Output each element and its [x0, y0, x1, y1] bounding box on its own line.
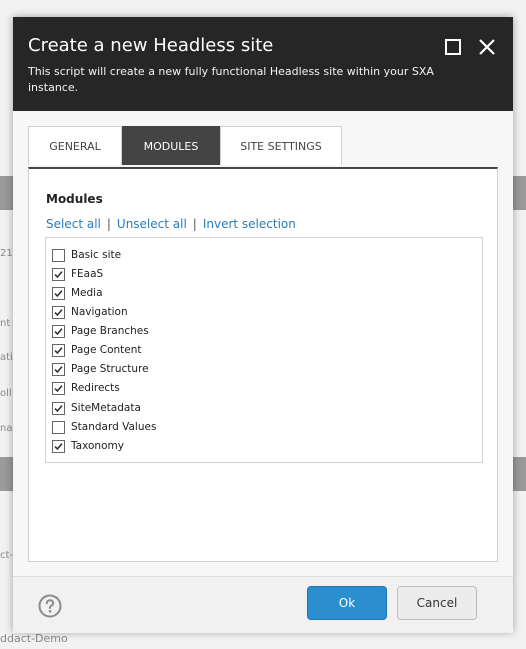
select-all-link[interactable]: Select all — [46, 217, 101, 231]
dialog-title: Create a new Headless site — [28, 35, 274, 56]
checkbox[interactable] — [52, 439, 65, 453]
checkbox[interactable] — [52, 324, 65, 338]
check-icon — [54, 346, 63, 354]
dialog-content: GENERAL MODULES SITE SETTINGS Modules Se… — [13, 111, 513, 576]
check-icon — [54, 442, 63, 450]
dialog-header: Create a new Headless site This script w… — [13, 17, 513, 111]
invert-selection-link[interactable]: Invert selection — [203, 217, 296, 231]
ok-button[interactable]: Ok — [307, 586, 387, 620]
background-text: nt — [0, 318, 11, 329]
check-icon — [54, 308, 63, 316]
checkbox[interactable] — [52, 343, 65, 357]
module-item-page-structure[interactable]: Page Structure — [52, 360, 149, 378]
check-icon — [54, 384, 63, 392]
module-item-standard-values[interactable]: Standard Values — [52, 418, 156, 436]
dialog-footer: Ok Cancel — [13, 576, 513, 633]
module-item-media[interactable]: Media — [52, 284, 103, 302]
module-label: Page Structure — [71, 363, 149, 375]
selection-actions: Select all | Unselect all | Invert selection — [46, 217, 296, 231]
module-label: Redirects — [71, 382, 120, 394]
checkbox[interactable] — [52, 267, 65, 281]
tab-modules[interactable]: MODULES — [122, 126, 220, 165]
help-icon[interactable] — [38, 594, 62, 618]
tab-site-settings[interactable]: SITE SETTINGS — [220, 126, 342, 165]
module-item-page-content[interactable]: Page Content — [52, 341, 142, 359]
background-text: ct- — [0, 550, 14, 561]
tab-bar: GENERAL MODULES SITE SETTINGS — [28, 126, 342, 166]
close-icon[interactable] — [477, 37, 497, 57]
background-footer-text: ddact-Demo — [0, 632, 68, 645]
maximize-icon[interactable] — [443, 37, 463, 57]
background-text: oll — [0, 388, 12, 399]
check-icon — [54, 289, 63, 297]
checkbox[interactable] — [52, 286, 65, 300]
separator: | — [192, 217, 197, 231]
module-label: FEaaS — [71, 268, 104, 280]
checkbox[interactable] — [52, 381, 65, 395]
check-icon — [54, 404, 63, 412]
dialog-subtitle: This script will create a new fully func… — [28, 65, 434, 94]
module-item-feaas[interactable]: FEaaS — [52, 265, 103, 283]
background-text: ati — [0, 352, 13, 363]
checkbox[interactable] — [52, 362, 65, 376]
module-label: Taxonomy — [71, 440, 124, 452]
tab-general[interactable]: GENERAL — [28, 126, 122, 165]
checkbox[interactable] — [52, 401, 65, 415]
unselect-all-link[interactable]: Unselect all — [117, 217, 187, 231]
checkbox[interactable] — [52, 305, 65, 319]
cancel-button[interactable]: Cancel — [397, 586, 477, 620]
modules-panel: Modules Select all | Unselect all | Invert s… — [28, 167, 498, 562]
module-item-sitemetadata[interactable]: SiteMetadata — [52, 399, 141, 417]
module-item-redirects[interactable]: Redirects — [52, 379, 120, 397]
modules-heading: Modules — [46, 192, 103, 206]
module-item-taxonomy[interactable]: Taxonomy — [52, 437, 124, 455]
checkbox[interactable] — [52, 420, 65, 434]
checkbox[interactable] — [52, 248, 65, 262]
module-label: SiteMetadata — [71, 402, 141, 414]
module-label: Basic site — [71, 249, 122, 261]
module-item-basic-site[interactable]: Basic site — [52, 246, 121, 264]
check-icon — [54, 365, 63, 373]
check-icon — [54, 270, 63, 278]
module-label: Page Branches — [71, 325, 149, 337]
module-item-navigation[interactable]: Navigation — [52, 303, 128, 321]
background-text: na — [0, 423, 13, 434]
check-icon — [54, 327, 63, 335]
modules-list: Basic site FEaaS Media Navigation Page B… — [45, 237, 483, 463]
module-label: Navigation — [71, 306, 128, 318]
module-label: Media — [71, 287, 103, 299]
create-site-dialog: Create a new Headless site This script w… — [13, 17, 513, 633]
separator: | — [106, 217, 111, 231]
module-label: Standard Values — [71, 421, 157, 433]
module-item-page-branches[interactable]: Page Branches — [52, 322, 149, 340]
module-label: Page Content — [71, 344, 142, 356]
